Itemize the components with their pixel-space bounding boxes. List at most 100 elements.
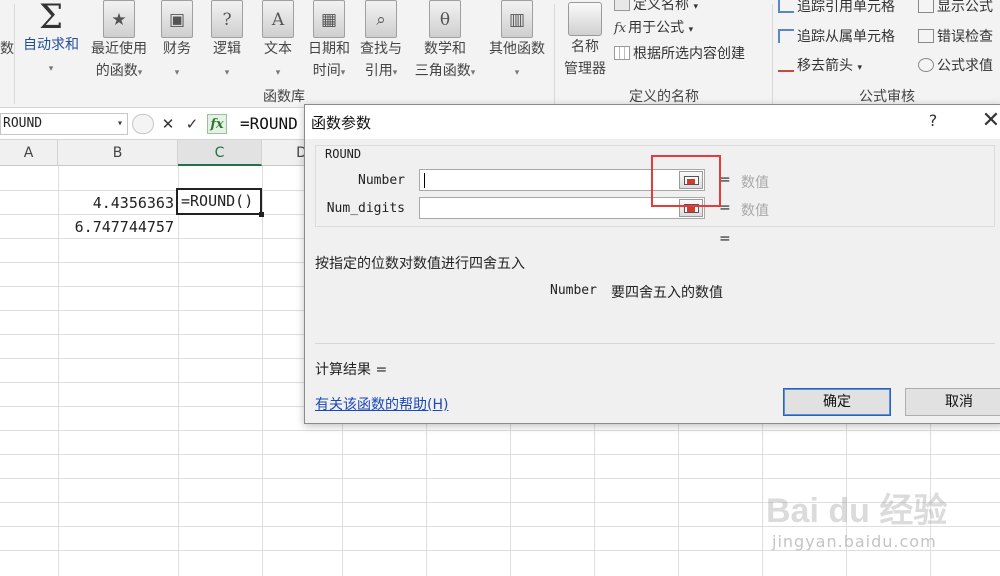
recent-label-1: 最近使用 (91, 41, 147, 57)
autosum-button[interactable]: Σ 自动求和 ▾ (18, 0, 84, 80)
logical-label: 逻辑 (213, 41, 241, 57)
function-result-equals: = (719, 231, 731, 247)
cancel-entry-icon[interactable]: ✕ (158, 114, 178, 134)
formula-bar-divider (132, 114, 154, 134)
baidu-jingyan-watermark-logo: Bai du 经验 (766, 491, 947, 530)
column-line (178, 166, 179, 576)
autosum-label: 自动求和 (23, 37, 79, 53)
fx-small-icon: fx (614, 21, 627, 36)
watermark-url: jingyan.baidu.com (772, 532, 937, 551)
math-trig-button[interactable]: θ 数学和 三角函数▾ (408, 0, 482, 84)
watermark-logo-text: Bai du 经验 (766, 491, 947, 530)
text-label: 文本 (264, 41, 292, 57)
name-box[interactable]: ROUND ▾ (0, 113, 128, 135)
calendar-book-icon: ▦ (313, 0, 345, 38)
active-cell-c2[interactable]: =ROUND() (176, 188, 264, 217)
dialog-divider (315, 343, 995, 344)
math-label-1: 数学和 (424, 41, 466, 57)
text-book-icon: A (262, 0, 294, 38)
arg-label-num-digits: Num_digits (326, 201, 405, 216)
arg-label-number: Number (358, 173, 405, 188)
theta-book-icon: θ (429, 0, 461, 38)
grid-select-icon (614, 46, 630, 60)
trace-arrow-icon (778, 29, 794, 43)
ok-button[interactable]: 确定 (783, 388, 891, 416)
chevron-down-icon: ▾ (275, 68, 281, 78)
group-label-defined-names: 定义的名称 (629, 89, 699, 105)
eraser-arrow-icon (778, 58, 794, 72)
number-result: 数值 (741, 175, 769, 191)
remove-arrows-button[interactable]: 移去箭头 ▾ (778, 55, 862, 77)
datetime-label-2: 时间 (312, 63, 341, 79)
evaluate-icon (918, 58, 934, 72)
active-cell-formula: =ROUND() (181, 192, 254, 210)
row-line (0, 454, 1000, 455)
formula-input[interactable]: =ROUND (240, 112, 298, 136)
column-header-c[interactable]: C (178, 140, 262, 166)
datetime-label-1: 日期和 (308, 41, 350, 57)
name-manager-button[interactable]: 名称 管理器 (558, 0, 612, 80)
group-label-function-library: 函数库 (263, 89, 305, 105)
function-name-label: ROUND (323, 147, 364, 161)
magnifier-book-icon: ⌕ (365, 0, 397, 38)
math-label-2: 三角函数 (414, 63, 471, 79)
sigma-icon: Σ (38, 0, 64, 37)
name-manager-label-2: 管理器 (564, 61, 606, 77)
close-icon[interactable]: ✕ (977, 107, 1000, 135)
insert-function-partial-label[interactable]: 数 (0, 38, 14, 60)
row-line (0, 478, 1000, 479)
argument-help-name: Number (550, 283, 597, 298)
datetime-button[interactable]: ▦ 日期和 时间▾ (304, 0, 354, 84)
cancel-button[interactable]: 取消 (905, 388, 1000, 416)
row-line (0, 430, 1000, 431)
lookup-button[interactable]: ⌕ 查找与 引用▾ (356, 0, 406, 84)
function-help-link[interactable]: 有关该函数的帮助(H) (315, 394, 448, 414)
function-arguments-dialog: 函数参数 ? ✕ ROUND Number = 数值 Num_digits = … (304, 104, 1000, 424)
group-label-formula-auditing: 公式审核 (859, 89, 915, 105)
insert-function-icon[interactable]: fx (207, 114, 227, 134)
error-checking-button[interactable]: 错误检查 (918, 26, 993, 48)
cell-b2[interactable]: 4.4356363 (58, 191, 174, 215)
cell-b3[interactable]: 6.747744757 (58, 215, 174, 239)
use-in-formula-button[interactable]: fx 用于公式 ▾ (614, 17, 693, 39)
dialog-titlebar[interactable]: 函数参数 ? ✕ (305, 105, 1000, 139)
lookup-label-2: 引用 (364, 63, 393, 79)
trace-precedents-button[interactable]: 追踪引用单元格 (778, 0, 895, 18)
financial-button[interactable]: ▣ 财务 ▾ (156, 0, 198, 84)
question-book-icon: ? (211, 0, 243, 38)
financial-book-icon: ▣ (161, 0, 193, 38)
column-header-a[interactable]: A (0, 140, 58, 166)
text-button[interactable]: A 文本 ▾ (256, 0, 300, 84)
text-caret (424, 173, 425, 188)
fill-handle[interactable] (259, 212, 264, 217)
chevron-down-icon[interactable]: ▾ (117, 114, 123, 134)
dialog-title: 函数参数 (311, 114, 372, 132)
show-formulas-icon (918, 0, 934, 13)
num-digits-result: 数值 (741, 203, 769, 219)
ribbon-separator (554, 4, 555, 104)
ribbon-separator (772, 4, 773, 104)
trace-dependents-button[interactable]: 追踪从属单元格 (778, 26, 895, 48)
chevron-down-icon: ▾ (48, 64, 54, 74)
formula-result-label: 计算结果 = (315, 362, 388, 378)
column-line (262, 166, 263, 576)
name-box-value: ROUND (3, 116, 43, 131)
logical-button[interactable]: ? 逻辑 ▾ (206, 0, 248, 84)
red-highlight-box (651, 155, 721, 207)
chevron-down-icon: ▾ (224, 68, 230, 78)
show-formulas-button[interactable]: 显示公式 (918, 0, 993, 18)
more-functions-button[interactable]: ▥ 其他函数 ▾ (484, 0, 550, 84)
lookup-label-1: 查找与 (360, 41, 402, 57)
enter-check-icon[interactable]: ✓ (182, 114, 202, 134)
tag-icon (614, 0, 630, 11)
create-from-selection-button[interactable]: 根据所选内容创建 (614, 43, 745, 65)
books-icon: ▥ (501, 0, 533, 38)
define-name-button[interactable]: 定义名称 ▾ (614, 0, 698, 16)
column-header-b[interactable]: B (58, 140, 178, 166)
help-icon[interactable]: ? (923, 109, 943, 133)
name-tag-icon (568, 2, 602, 36)
function-description: 按指定的位数对数值进行四舍五入 (315, 256, 525, 272)
evaluate-formula-button[interactable]: 公式求值 (918, 55, 993, 77)
recent-functions-button[interactable]: ★ 最近使用 的函数▾ (86, 0, 152, 84)
trace-arrow-icon (778, 0, 794, 13)
